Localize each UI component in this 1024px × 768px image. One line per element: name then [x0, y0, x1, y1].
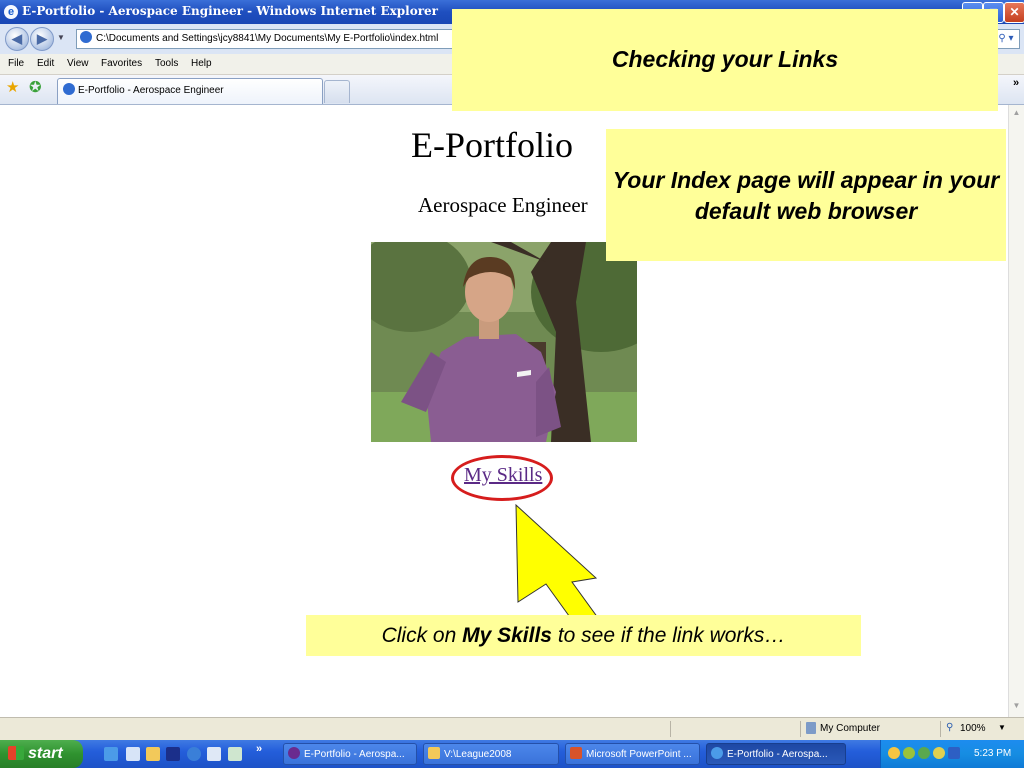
taskbar-item-eportfolio-1[interactable]: E-Portfolio - Aerospa...: [283, 743, 417, 765]
forward-button[interactable]: ▶: [30, 27, 54, 51]
zoom-icon: ⚲: [946, 722, 954, 733]
tray-icon[interactable]: [933, 747, 945, 759]
zoom-dropdown-icon[interactable]: ▼: [998, 723, 1006, 732]
status-bar: My Computer ⚲ 100% ▼: [0, 717, 1024, 741]
zoom-level[interactable]: 100%: [960, 723, 986, 734]
search-icon: ⚲: [998, 33, 1006, 44]
history-dropdown-icon[interactable]: ▼: [57, 33, 65, 42]
excel-quicklaunch-icon[interactable]: [228, 747, 242, 761]
tray-icon[interactable]: [918, 747, 930, 759]
taskbar: start » E-Portfolio - Aerospa... V:\Leag…: [0, 740, 1024, 768]
click-post-text: to see if the link works…: [552, 624, 786, 647]
vertical-scrollbar[interactable]: ▲ ▼: [1008, 105, 1024, 717]
portrait-photo: [371, 242, 637, 442]
click-pre-text: Click on: [381, 624, 463, 647]
taskbar-item-label: E-Portfolio - Aerospa...: [727, 749, 828, 760]
address-input[interactable]: C:\Documents and Settings\jcy8841\My Doc…: [76, 29, 454, 49]
menu-favorites[interactable]: Favorites: [101, 58, 142, 69]
highlight-ellipse: [451, 455, 553, 501]
menu-help[interactable]: Help: [191, 58, 212, 69]
page-icon: [80, 31, 92, 43]
callout-title: Checking your Links: [452, 9, 998, 111]
browser-quicklaunch-icon[interactable]: [187, 747, 201, 761]
start-button[interactable]: start: [0, 740, 83, 768]
windows-logo-icon: [8, 746, 24, 760]
menu-tools[interactable]: Tools: [155, 58, 178, 69]
system-tray: 5:23 PM: [880, 740, 1024, 768]
tray-icon[interactable]: [903, 747, 915, 759]
taskbar-item-label: E-Portfolio - Aerospa...: [304, 749, 405, 760]
new-tab-button[interactable]: [324, 80, 350, 103]
back-arrow-icon: ◀: [12, 31, 22, 46]
more-tools-icon[interactable]: »: [1013, 77, 1019, 89]
back-button[interactable]: ◀: [5, 27, 29, 51]
ie-quicklaunch-icon[interactable]: [104, 747, 118, 761]
notepad-quicklaunch-icon[interactable]: [126, 747, 140, 761]
internet-explorer-icon: e: [4, 5, 18, 19]
tab-active[interactable]: E-Portfolio - Aerospace Engineer: [57, 78, 323, 104]
clock[interactable]: 5:23 PM: [974, 748, 1011, 759]
address-text: C:\Documents and Settings\jcy8841\My Doc…: [96, 33, 439, 44]
shield-icon[interactable]: [948, 747, 960, 759]
close-button[interactable]: ✕: [1004, 2, 1024, 23]
menu-view[interactable]: View: [67, 58, 89, 69]
folder-icon: [428, 747, 440, 759]
callout-index-note: Your Index page will appear in your defa…: [606, 129, 1006, 261]
tab-label: E-Portfolio - Aerospace Engineer: [78, 85, 224, 96]
status-divider: [800, 721, 801, 737]
tray-icon[interactable]: [888, 747, 900, 759]
callout-click-instruction: Click on My Skills to see if the link wo…: [306, 615, 861, 656]
chevron-down-icon: ▾: [1008, 33, 1014, 44]
status-divider: [670, 721, 671, 737]
favorites-star-icon[interactable]: ★: [6, 80, 19, 96]
taskbar-item-league2008[interactable]: V:\League2008: [423, 743, 559, 765]
menu-file[interactable]: File: [8, 58, 24, 69]
page-icon: [63, 83, 75, 95]
add-favorite-icon[interactable]: ✪: [29, 80, 42, 96]
click-bold-text: My Skills: [462, 624, 552, 647]
pointer-arrow: [515, 503, 599, 620]
more-quicklaunch-icon[interactable]: »: [256, 743, 262, 755]
scroll-down-icon[interactable]: ▼: [1011, 701, 1022, 714]
app-quicklaunch-icon[interactable]: [166, 747, 180, 761]
window-title: E-Portfolio - Aerospace Engineer - Windo…: [22, 4, 438, 18]
page-subtitle: Aerospace Engineer: [418, 193, 588, 217]
menu-edit[interactable]: Edit: [37, 58, 54, 69]
powerpoint-icon: [570, 747, 582, 759]
word-quicklaunch-icon[interactable]: [207, 747, 221, 761]
scroll-up-icon[interactable]: ▲: [1011, 108, 1022, 121]
status-divider: [940, 721, 941, 737]
ie-icon: [711, 747, 723, 759]
portrait-image: [371, 242, 637, 442]
taskbar-item-label: Microsoft PowerPoint ...: [586, 749, 692, 760]
computer-icon: [806, 722, 816, 734]
start-label: start: [28, 745, 63, 762]
forward-arrow-icon: ▶: [37, 31, 47, 46]
folder-quicklaunch-icon[interactable]: [146, 747, 160, 761]
taskbar-item-label: V:\League2008: [444, 749, 512, 760]
security-zone-label: My Computer: [820, 723, 881, 734]
page-title: E-Portfolio: [411, 125, 573, 165]
taskbar-item-eportfolio-2[interactable]: E-Portfolio - Aerospa...: [706, 743, 846, 765]
app-icon: [288, 747, 300, 759]
taskbar-item-powerpoint[interactable]: Microsoft PowerPoint ...: [565, 743, 700, 765]
